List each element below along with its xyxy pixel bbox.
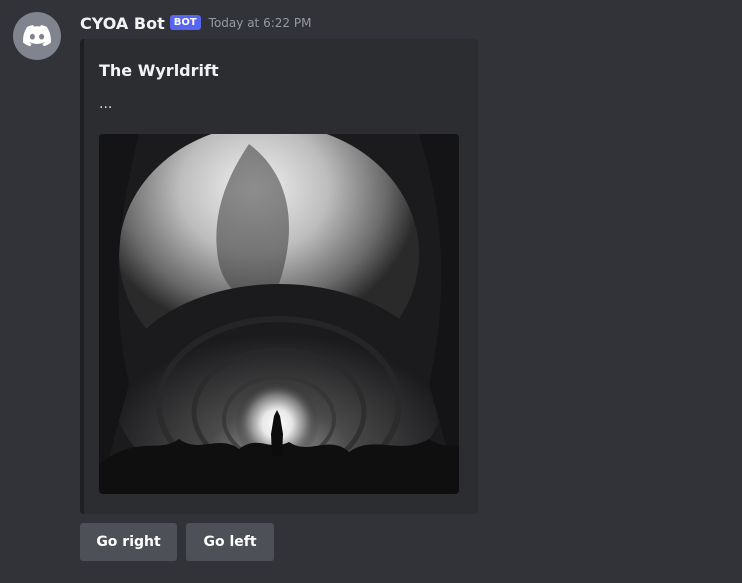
author-name[interactable]: CYOA Bot (80, 14, 165, 33)
embed: The Wyrldrift ... (80, 39, 478, 514)
tunnel-illustration (99, 134, 459, 494)
go-right-button[interactable]: Go right (80, 523, 177, 561)
discord-logo-icon (23, 25, 51, 47)
embed-title: The Wyrldrift (99, 61, 219, 80)
chat-message: CYOA Bot BOT Today at 6:22 PM The Wyrldr… (0, 0, 742, 583)
embed-description: ... (99, 96, 113, 112)
action-row: Go right Go left (80, 523, 274, 561)
timestamp[interactable]: Today at 6:22 PM (209, 16, 312, 30)
avatar[interactable] (13, 12, 61, 60)
message-header: CYOA Bot BOT Today at 6:22 PM (80, 12, 311, 34)
go-left-button[interactable]: Go left (186, 523, 274, 561)
embed-image[interactable] (99, 134, 459, 494)
bot-tag: BOT (169, 14, 201, 30)
